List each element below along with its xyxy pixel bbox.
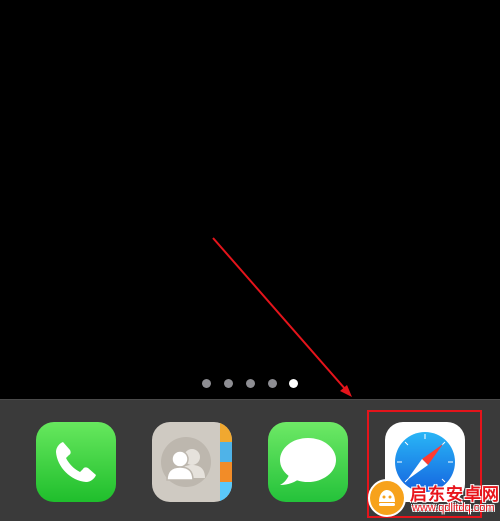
speech-bubble-icon [280, 438, 336, 485]
contacts-people-icon [161, 437, 211, 487]
page-dot[interactable] [202, 379, 211, 388]
home-screen: 启东安卓网 www.qdlitdq.com [0, 0, 500, 521]
watermark-url: www.qdlitdq.com [412, 502, 495, 514]
page-dot[interactable] [246, 379, 255, 388]
page-dot[interactable] [268, 379, 277, 388]
watermark: 启东安卓网 www.qdlitdq.com [368, 477, 500, 521]
page-dot-current[interactable] [289, 379, 298, 388]
phone-handset-icon [56, 442, 96, 482]
contact-tabs [220, 422, 232, 502]
messages-app-icon[interactable] [268, 422, 348, 502]
phone-app-icon[interactable] [36, 422, 116, 502]
watermark-logo-icon [368, 479, 406, 517]
page-indicator[interactable] [0, 376, 500, 390]
page-dot[interactable] [224, 379, 233, 388]
contacts-app-icon[interactable] [152, 422, 232, 502]
